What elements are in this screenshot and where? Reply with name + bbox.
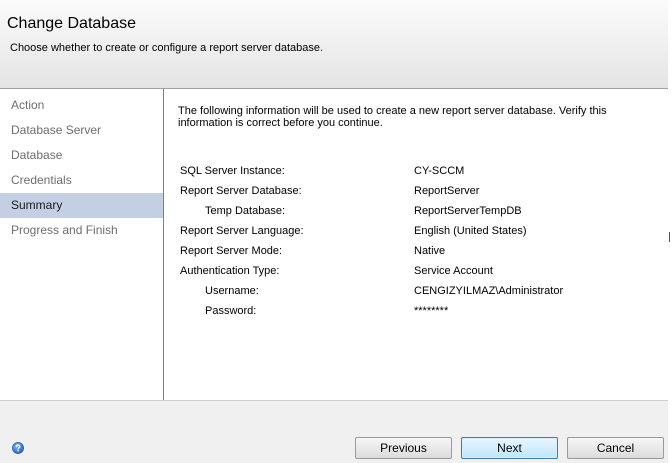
row-value: Service Account [414,265,493,277]
nav-item-database[interactable]: Database [0,143,163,168]
row-label: Report Server Language: [180,225,304,237]
summary-intro: The following information will be used t… [178,105,607,129]
row-value: CY-SCCM [414,165,465,177]
nav-item-database-server[interactable]: Database Server [0,118,163,143]
nav-item-action[interactable]: Action [0,93,163,118]
row-label: Authentication Type: [180,265,280,277]
row-value: ReportServerTempDB [414,205,522,217]
summary-panel: The following information will be used t… [164,89,668,400]
summary-row-language: Report Server Language: English (United … [180,223,660,243]
row-label: Report Server Mode: [180,245,283,257]
nav-item-summary[interactable]: Summary [0,193,163,218]
cancel-button[interactable]: Cancel [567,437,664,459]
summary-row-username: Username: CENGIZYILMAZ\Administrator [180,283,660,303]
summary-row-report-server-database: Report Server Database: ReportServer [180,183,660,203]
row-value: CENGIZYILMAZ\Administrator [414,285,564,297]
row-value: ******** [414,305,449,317]
row-label: Report Server Database: [180,185,302,197]
page-title: Change Database [7,15,136,32]
nav-item-progress-and-finish[interactable]: Progress and Finish [0,218,163,243]
row-label: Password: [205,305,257,317]
page-subtitle: Choose whether to create or configure a … [10,42,324,54]
row-value: Native [414,245,446,257]
summary-row-sql-instance: SQL Server Instance: CY-SCCM [180,163,660,183]
previous-button[interactable]: Previous [355,437,452,459]
row-label: Temp Database: [205,205,286,217]
help-icon[interactable] [12,442,24,454]
summary-row-authentication-type: Authentication Type: Service Account [180,263,660,283]
dialog-header: Change Database Choose whether to create… [0,0,668,89]
nav-item-credentials[interactable]: Credentials [0,168,163,193]
next-button[interactable]: Next [461,437,558,459]
wizard-step-nav: Action Database Server Database Credenti… [0,89,164,400]
row-label: SQL Server Instance: [180,165,285,177]
row-value: English (United States) [414,225,527,237]
summary-row-temp-database: Temp Database: ReportServerTempDB [180,203,660,223]
row-label: Username: [205,285,259,297]
row-value: ReportServer [414,185,480,197]
summary-row-password: Password: ******** [180,303,660,323]
summary-row-mode: Report Server Mode: Native [180,243,660,263]
window-edge-mark [669,232,670,242]
